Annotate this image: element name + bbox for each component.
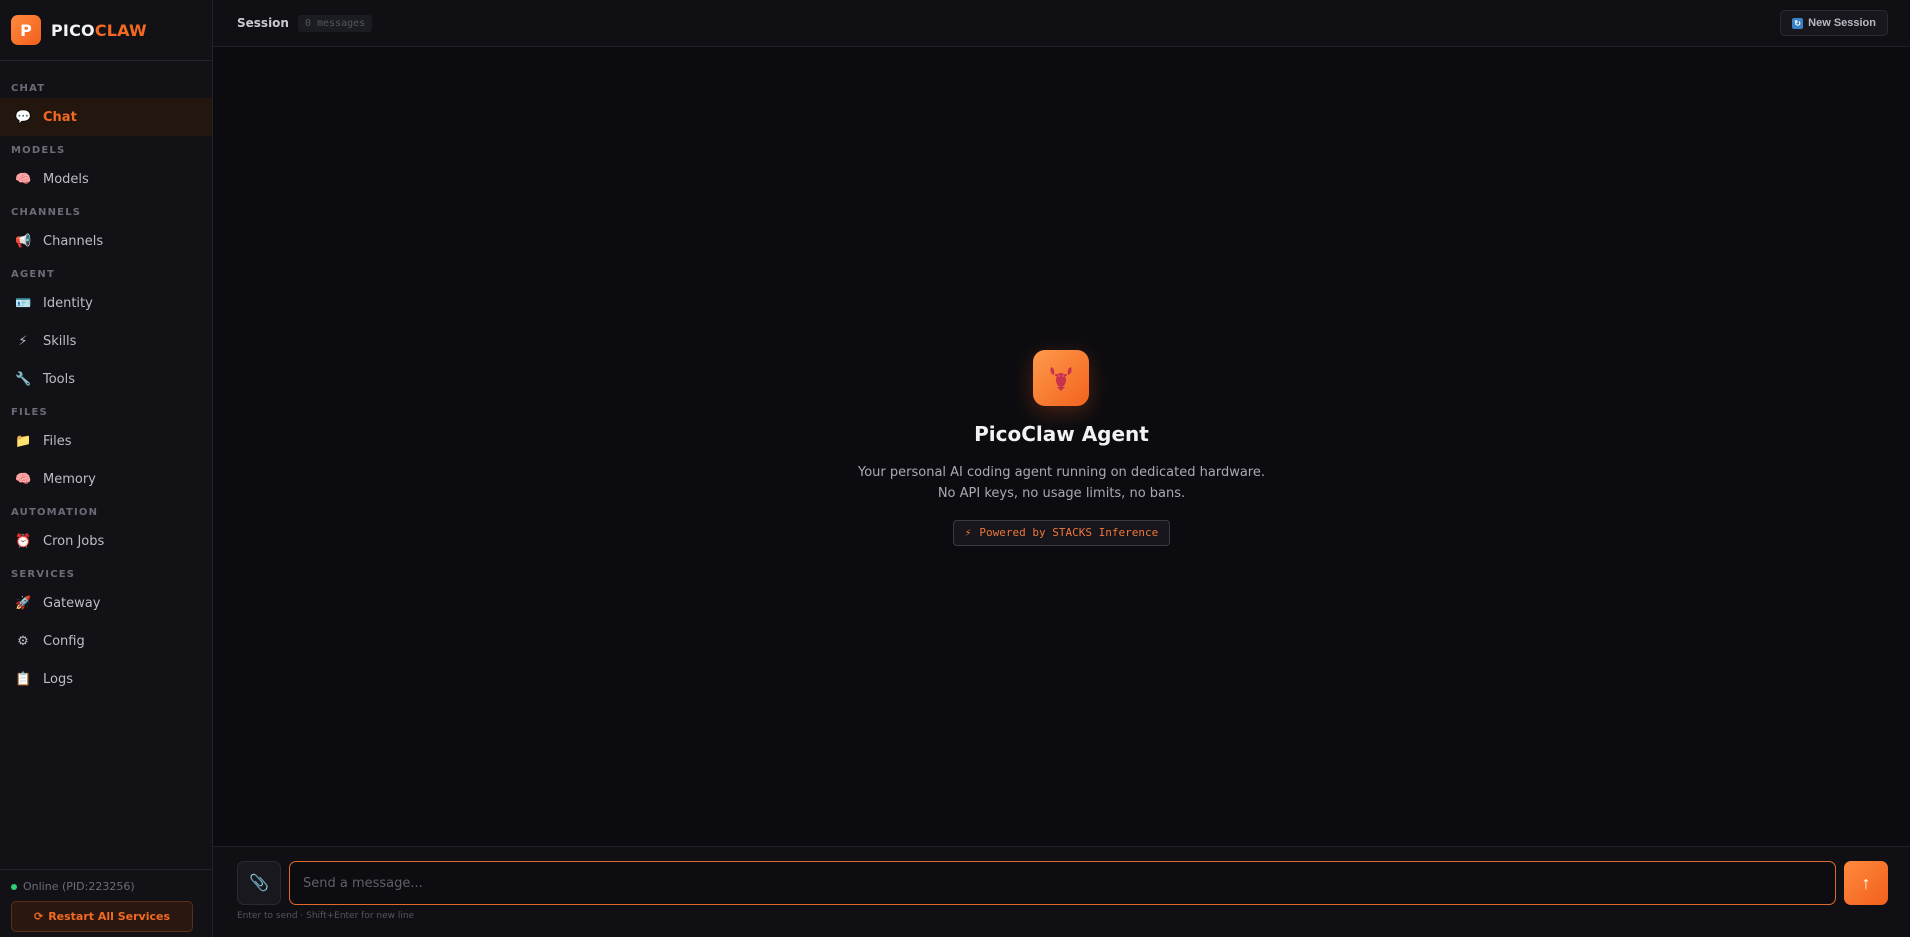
agent-description-line-2: No API keys, no usage limits, no bans. [937,485,1186,501]
agent-title: PicoClaw Agent [974,421,1149,446]
brand-name: PICOCLAW [51,20,147,40]
megaphone-icon: 📢 [15,233,32,249]
lightning-icon: ⚡ [964,526,972,539]
folder-icon: 📁 [15,433,32,449]
brand-logo: P [11,15,41,45]
sidebar-item-label: Identity [43,295,93,311]
sidebar-item-label: Memory [43,471,96,487]
gear-icon: ⚙ [17,633,29,649]
sidebar-section-label: MODELS [11,145,66,156]
sidebar-item-label: Gateway [43,595,101,611]
sidebar-section-label: AGENT [11,269,55,280]
send-button[interactable]: ↑ [1844,861,1888,905]
clipboard-icon: 📋 [15,671,32,687]
alarm-clock-icon: ⏰ [15,533,32,549]
brand[interactable]: P PICOCLAW [0,0,212,61]
sidebar: P PICOCLAW CHAT 💬 Chat MODELS 🧠 Models CHANNEL… [0,0,213,937]
brain-icon: 🧠 [15,171,32,187]
attach-file-button[interactable]: 📎 [237,861,281,905]
sidebar-item-channels[interactable]: 📢 Channels [0,222,212,260]
message-composer: 📎 ↑ Enter to send · Shift+Enter for new … [213,846,1910,937]
sidebar-item-models[interactable]: 🧠 Models [0,160,212,198]
lightning-icon: ⚡ [18,333,28,349]
sidebar-item-logs[interactable]: 📋 Logs [0,660,212,698]
sidebar-item-memory[interactable]: 🧠 Memory [0,460,212,498]
rocket-icon: 🚀 [15,595,32,611]
sidebar-item-label: Tools [43,371,76,387]
speech-bubble-icon: 💬 [15,109,32,125]
refresh-icon: ⟳ [33,910,44,923]
sidebar-item-skills[interactable]: ⚡ Skills [0,322,212,360]
refresh-icon: ↻ [1792,17,1804,29]
sidebar-item-label: Cron Jobs [43,533,105,549]
sidebar-nav: CHAT 💬 Chat MODELS 🧠 Models CHANNELS 📢 Channels A… [0,61,212,937]
id-card-icon: 🪪 [15,295,32,311]
sidebar-item-config[interactable]: ⚙ Config [0,622,212,660]
status-dot-icon [11,883,17,890]
powered-by-badge: ⚡ Powered by STACKS Inference [952,519,1171,546]
lobster-icon [1033,349,1090,406]
composer-hint: Enter to send · Shift+Enter for new line [237,911,415,921]
sidebar-section-label: AUTOMATION [11,507,99,518]
brain-icon: 🧠 [15,471,32,487]
sidebar-section-label: SERVICES [11,569,76,580]
paperclip-icon: 📎 [249,875,269,892]
new-session-button[interactable]: ↻ New Session [1780,10,1888,36]
sidebar-item-label: Logs [43,671,73,687]
sidebar-item-gateway[interactable]: 🚀 Gateway [0,584,212,622]
status-text: Online (PID:223256) [23,880,135,893]
restart-all-services-button[interactable]: ⟳ Restart All Services [11,901,193,932]
sidebar-item-chat[interactable]: 💬 Chat [0,98,212,136]
agent-description-line-1: Your personal AI coding agent running on… [858,464,1265,480]
sidebar-footer: Online (PID:223256) ⟳ Restart All Servic… [0,869,212,937]
sidebar-section-label: CHAT [11,83,46,94]
sidebar-item-files[interactable]: 📁 Files [0,422,212,460]
message-input[interactable] [289,861,1836,905]
sidebar-item-label: Channels [43,233,104,249]
sidebar-item-identity[interactable]: 🪪 Identity [0,284,212,322]
sidebar-item-label: Files [43,433,72,449]
service-status: Online (PID:223256) [11,880,201,893]
sidebar-item-tools[interactable]: 🔧 Tools [0,360,212,398]
topbar: Session 0 messages ↻ New Session [213,0,1910,47]
message-count-badge: 0 messages [297,14,373,32]
sidebar-item-label: Skills [43,333,77,349]
main-panel: Session 0 messages ↻ New Session PicoCla… [213,0,1910,937]
wrench-icon: 🔧 [15,371,32,387]
session-label: Session [237,16,289,30]
arrow-up-icon: ↑ [1861,872,1871,893]
sidebar-item-label: Chat [43,109,77,125]
sidebar-item-label: Models [43,171,89,187]
sidebar-section-label: CHANNELS [11,207,82,218]
sidebar-item-label: Config [43,633,85,649]
chat-empty-state: PicoClaw Agent Your personal AI coding a… [213,47,1910,846]
sidebar-item-cron-jobs[interactable]: ⏰ Cron Jobs [0,522,212,560]
sidebar-section-label: FILES [11,407,48,418]
